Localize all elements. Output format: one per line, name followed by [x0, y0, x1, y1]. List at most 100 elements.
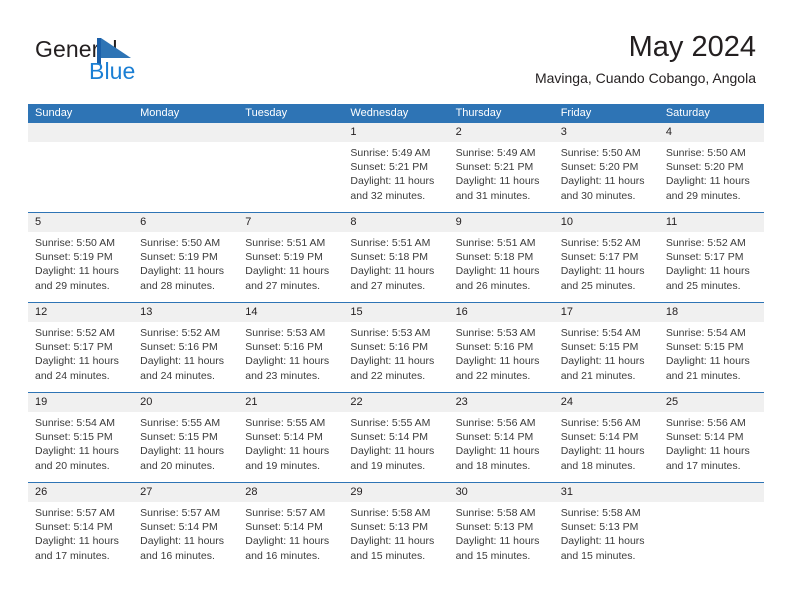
day-number-6[interactable]: 6: [133, 213, 238, 232]
day-cell-8[interactable]: Sunrise: 5:51 AM Sunset: 5:18 PM Daylight:…: [343, 232, 448, 302]
day-detail-line: Sunrise: 5:54 AM: [665, 327, 746, 339]
day-detail-line: Sunrise: 5:49 AM: [455, 147, 536, 159]
day-number-18[interactable]: 18: [659, 303, 764, 322]
day-number-empty: [659, 483, 764, 502]
day-number-8[interactable]: 8: [343, 213, 448, 232]
day-cell-13[interactable]: Sunrise: 5:52 AM Sunset: 5:16 PM Daylight:…: [133, 322, 238, 392]
day-cell-24[interactable]: Sunrise: 5:56 AM Sunset: 5:14 PM Daylight:…: [554, 412, 659, 482]
day-cell-21[interactable]: Sunrise: 5:55 AM Sunset: 5:14 PM Daylight:…: [238, 412, 343, 482]
calendar-week-row: 1 2 3 4 Sunrise: 5:49 AM Sunset: 5:21 PM Dayli…: [28, 123, 764, 212]
calendar-week-row: 19 20 21 22 23 24 25 Sunrise: 5:54 AM Sunset: 5:…: [28, 392, 764, 482]
day-cell-4[interactable]: Sunrise: 5:50 AM Sunset: 5:20 PM Daylight:…: [659, 142, 764, 212]
day-number-2[interactable]: 2: [449, 123, 554, 142]
day-number-17[interactable]: 17: [554, 303, 659, 322]
day-cell-22[interactable]: Sunrise: 5:55 AM Sunset: 5:14 PM Daylight:…: [343, 412, 448, 482]
day-detail-line: and 15 minutes.: [350, 549, 426, 562]
day-cell-10[interactable]: Sunrise: 5:52 AM Sunset: 5:17 PM Daylight:…: [554, 232, 659, 302]
day-number-31[interactable]: 31: [554, 483, 659, 502]
day-number-5[interactable]: 5: [28, 213, 133, 232]
day-number-29[interactable]: 29: [343, 483, 448, 502]
day-cell-6[interactable]: Sunrise: 5:50 AM Sunset: 5:19 PM Daylight:…: [133, 232, 238, 302]
day-number-7[interactable]: 7: [238, 213, 343, 232]
day-number-21[interactable]: 21: [238, 393, 343, 412]
day-cell-3[interactable]: Sunrise: 5:50 AM Sunset: 5:20 PM Daylight:…: [554, 142, 659, 212]
day-detail-line: Sunset: 5:15 PM: [560, 341, 639, 354]
day-cell-2[interactable]: Sunrise: 5:49 AM Sunset: 5:21 PM Daylight:…: [449, 142, 554, 212]
day-cell-12[interactable]: Sunrise: 5:52 AM Sunset: 5:17 PM Daylight:…: [28, 322, 133, 392]
day-detail-line: Sunset: 5:18 PM: [455, 251, 534, 264]
day-detail-line: Sunset: 5:15 PM: [665, 341, 744, 354]
day-cell-23[interactable]: Sunrise: 5:56 AM Sunset: 5:14 PM Daylight:…: [449, 412, 554, 482]
day-cell-28[interactable]: Sunrise: 5:57 AM Sunset: 5:14 PM Daylight:…: [238, 502, 343, 572]
day-number-20[interactable]: 20: [133, 393, 238, 412]
day-number-9[interactable]: 9: [449, 213, 554, 232]
location-subtitle: Mavinga, Cuando Cobango, Angola: [534, 70, 756, 86]
day-detail-line: and 19 minutes.: [245, 459, 320, 472]
day-detail-line: Sunrise: 5:57 AM: [140, 507, 221, 519]
day-detail-line: Sunrise: 5:56 AM: [665, 417, 746, 429]
day-cell-7[interactable]: Sunrise: 5:51 AM Sunset: 5:19 PM Daylight:…: [238, 232, 343, 302]
day-detail-line: Daylight: 11 hours: [245, 265, 330, 278]
day-detail-line: Daylight: 11 hours: [350, 265, 435, 278]
day-cell-25[interactable]: Sunrise: 5:56 AM Sunset: 5:14 PM Daylight:…: [659, 412, 764, 482]
day-number-15[interactable]: 15: [343, 303, 448, 322]
day-number-19[interactable]: 19: [28, 393, 133, 412]
day-detail-line: Sunrise: 5:52 AM: [35, 327, 115, 339]
day-number-26[interactable]: 26: [28, 483, 133, 502]
day-number-25[interactable]: 25: [659, 393, 764, 412]
day-detail-line: and 28 minutes.: [140, 279, 215, 292]
day-cell-19[interactable]: Sunrise: 5:54 AM Sunset: 5:15 PM Daylight:…: [28, 412, 133, 482]
day-number-16[interactable]: 16: [449, 303, 554, 322]
day-cell-15[interactable]: Sunrise: 5:53 AM Sunset: 5:16 PM Daylight:…: [343, 322, 448, 392]
day-detail-line: Sunrise: 5:58 AM: [455, 507, 536, 519]
day-number-1[interactable]: 1: [343, 123, 448, 142]
day-detail-line: and 27 minutes.: [245, 279, 320, 292]
day-number-23[interactable]: 23: [449, 393, 554, 412]
day-detail-line: Daylight: 11 hours: [140, 265, 224, 278]
day-number-30[interactable]: 30: [449, 483, 554, 502]
day-detail-line: Daylight: 11 hours: [140, 445, 224, 458]
day-detail-line: Sunrise: 5:53 AM: [455, 327, 536, 339]
day-cell-11[interactable]: Sunrise: 5:52 AM Sunset: 5:17 PM Daylight:…: [659, 232, 764, 302]
day-cell-31[interactable]: Sunrise: 5:58 AM Sunset: 5:13 PM Daylight:…: [554, 502, 659, 572]
day-detail-line: Sunrise: 5:50 AM: [560, 147, 641, 159]
day-detail-line: and 17 minutes.: [35, 549, 110, 562]
day-detail-line: Daylight: 11 hours: [560, 175, 645, 188]
day-number-28[interactable]: 28: [238, 483, 343, 502]
weekday-header-saturday: Saturday: [665, 107, 710, 119]
day-number-4[interactable]: 4: [659, 123, 764, 142]
day-detail-line: Sunrise: 5:51 AM: [455, 237, 536, 249]
day-number-13[interactable]: 13: [133, 303, 238, 322]
calendar-week-row: 5 6 7 8 9 10 11 Sunrise: 5:50 AM Sunset: 5:19 PM…: [28, 212, 764, 302]
day-number-10[interactable]: 10: [554, 213, 659, 232]
day-number-27[interactable]: 27: [133, 483, 238, 502]
day-cell-26[interactable]: Sunrise: 5:57 AM Sunset: 5:14 PM Daylight:…: [28, 502, 133, 572]
week-daynumber-band: 19 20 21 22 23 24 25: [28, 393, 764, 412]
day-cell-5[interactable]: Sunrise: 5:50 AM Sunset: 5:19 PM Daylight:…: [28, 232, 133, 302]
day-number-12[interactable]: 12: [28, 303, 133, 322]
week-daynumber-band: 12 13 14 15 16 17 18: [28, 303, 764, 322]
day-detail-line: Sunset: 5:14 PM: [455, 431, 534, 444]
day-cell-14[interactable]: Sunrise: 5:53 AM Sunset: 5:16 PM Daylight:…: [238, 322, 343, 392]
day-cell-1[interactable]: Sunrise: 5:49 AM Sunset: 5:21 PM Daylight:…: [343, 142, 448, 212]
day-detail-line: and 24 minutes.: [140, 369, 215, 382]
day-detail-line: Sunset: 5:14 PM: [665, 431, 744, 444]
day-cell-16[interactable]: Sunrise: 5:53 AM Sunset: 5:16 PM Daylight:…: [449, 322, 554, 392]
day-cell-27[interactable]: Sunrise: 5:57 AM Sunset: 5:14 PM Daylight:…: [133, 502, 238, 572]
day-detail-line: and 26 minutes.: [455, 279, 531, 292]
day-detail-line: Sunset: 5:16 PM: [350, 341, 429, 354]
day-cell-29[interactable]: Sunrise: 5:58 AM Sunset: 5:13 PM Daylight:…: [343, 502, 448, 572]
day-number-3[interactable]: 3: [554, 123, 659, 142]
day-cell-30[interactable]: Sunrise: 5:58 AM Sunset: 5:13 PM Daylight:…: [449, 502, 554, 572]
day-number-14[interactable]: 14: [238, 303, 343, 322]
week-daynumber-band: 5 6 7 8 9 10 11: [28, 213, 764, 232]
day-number-24[interactable]: 24: [554, 393, 659, 412]
day-number-22[interactable]: 22: [343, 393, 448, 412]
day-detail-line: and 29 minutes.: [35, 279, 110, 292]
day-cell-18[interactable]: Sunrise: 5:54 AM Sunset: 5:15 PM Daylight:…: [659, 322, 764, 392]
day-cell-17[interactable]: Sunrise: 5:54 AM Sunset: 5:15 PM Daylight:…: [554, 322, 659, 392]
day-number-11[interactable]: 11: [659, 213, 764, 232]
day-cell-20[interactable]: Sunrise: 5:55 AM Sunset: 5:15 PM Daylight:…: [133, 412, 238, 482]
brand-logo[interactable]: General Blue: [35, 36, 215, 88]
day-cell-9[interactable]: Sunrise: 5:51 AM Sunset: 5:18 PM Daylight:…: [449, 232, 554, 302]
